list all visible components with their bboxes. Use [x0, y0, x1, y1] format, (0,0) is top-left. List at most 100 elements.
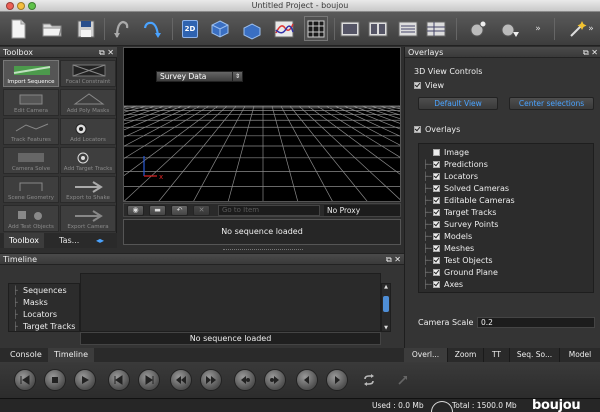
tool-export-to-shake[interactable]: Export to Shake — [60, 176, 116, 203]
tool-export-camera[interactable]: Export Camera — [60, 205, 116, 232]
overlay-item[interactable]: ├─ Target Tracks — [423, 207, 496, 219]
timeline-scrollbar[interactable]: ▲ ▼ — [381, 283, 391, 332]
tab-toolbox[interactable]: Toolbox — [4, 233, 44, 248]
camera-scale-input[interactable]: 0.2 — [477, 317, 595, 328]
tab-seq-sources[interactable]: Seq. So... — [510, 348, 560, 362]
undo-button[interactable] — [110, 16, 134, 41]
next-keyframe-button[interactable] — [264, 369, 286, 391]
overlay-checkbox[interactable] — [433, 245, 440, 252]
overlay-checkbox[interactable] — [433, 161, 440, 168]
overlay-item[interactable]: ├─ Models — [423, 231, 472, 243]
step-back-button[interactable] — [108, 369, 130, 391]
overlay-item[interactable]: ├─ Predictions — [423, 159, 488, 171]
save-file-button[interactable] — [74, 16, 98, 41]
overlay-item[interactable]: Image — [423, 147, 469, 159]
split-pane-button[interactable] — [366, 16, 390, 41]
single-pane-button[interactable] — [338, 16, 362, 41]
overlay-checkbox[interactable] — [433, 221, 440, 228]
list-pane-button[interactable] — [396, 16, 420, 41]
overlay-item[interactable]: ├─ Editable Cameras — [423, 195, 515, 207]
table-pane-button[interactable] — [424, 16, 448, 41]
view-section-toggle[interactable]: View — [414, 81, 444, 90]
panel-controls[interactable]: ⧉ ✕ — [99, 47, 114, 58]
overlay-item[interactable]: ├─ Locators — [423, 171, 478, 183]
go-to-item-field[interactable]: Go to Item — [218, 205, 320, 216]
tab-zoom[interactable]: Zoom — [448, 348, 484, 362]
timeline-track-area[interactable] — [80, 273, 381, 332]
bounce-button[interactable] — [392, 369, 414, 391]
loop-button[interactable] — [358, 369, 380, 391]
tab-tt[interactable]: TT — [484, 348, 510, 362]
tool-import-sequence[interactable]: Import Sequence — [3, 60, 59, 87]
tab-console[interactable]: Console — [4, 348, 48, 362]
tool-scene-geometry[interactable]: Scene Geometry — [3, 176, 59, 203]
overlay-checkbox[interactable] — [433, 149, 440, 156]
scroll-up-icon[interactable]: ▲ — [382, 284, 390, 290]
grid-view-button[interactable] — [304, 16, 328, 41]
overlays-section-toggle[interactable]: Overlays — [414, 125, 460, 134]
go-to-start-button[interactable] — [14, 369, 36, 391]
tool-track-features[interactable]: Track Features — [3, 118, 59, 145]
tab-overlays[interactable]: Overl... — [404, 348, 448, 362]
default-view-button[interactable]: Default View — [418, 97, 498, 110]
tab-timeline[interactable]: Timeline — [48, 348, 95, 362]
overlay-item[interactable]: ├─ Ground Plane — [423, 267, 498, 279]
view-orth-button[interactable] — [240, 16, 264, 41]
3d-viewport[interactable]: x Survey Data ⇕ — [123, 47, 401, 202]
tool-edit-camera[interactable]: Edit Camera — [3, 89, 59, 116]
overlay-checkbox[interactable] — [433, 281, 440, 288]
panel-splitter[interactable] — [123, 248, 401, 252]
panel-controls[interactable]: ⧉ ✕ — [386, 254, 401, 265]
render-button[interactable] — [466, 16, 490, 41]
rewind-button[interactable] — [170, 369, 192, 391]
play-button[interactable] — [74, 369, 96, 391]
overlay-checkbox[interactable] — [433, 269, 440, 276]
overlay-item[interactable]: ├─ Test Objects — [423, 255, 493, 267]
overlay-checkbox[interactable] — [433, 209, 440, 216]
tool-add-test-objects[interactable]: Add Test Objects — [3, 205, 59, 232]
overlay-checkbox[interactable] — [433, 173, 440, 180]
overlay-checkbox[interactable] — [433, 197, 440, 204]
tool-add-locators[interactable]: Add Locators — [60, 118, 116, 145]
prev-keyframe-button[interactable] — [234, 369, 256, 391]
timeline-item[interactable]: ├ Masks — [13, 297, 48, 308]
scroll-down-icon[interactable]: ▼ — [382, 325, 390, 331]
timeline-item[interactable]: ├ Locators — [13, 309, 57, 320]
tool-add-poly-masks[interactable]: Add Poly Masks — [60, 89, 116, 116]
open-file-button[interactable] — [40, 16, 64, 41]
overlay-item[interactable]: ├─ Axes — [423, 279, 463, 291]
jump-back-button[interactable] — [296, 369, 318, 391]
view-3d-button[interactable] — [208, 16, 232, 41]
folder-view-button[interactable]: ▬ — [149, 205, 166, 216]
overlay-item[interactable]: ├─ Meshes — [423, 243, 474, 255]
toolbar-more-button[interactable]: » — [526, 16, 550, 41]
step-forward-button[interactable] — [138, 369, 160, 391]
center-selections-button[interactable]: Center selections — [509, 97, 594, 110]
disabled-view-button[interactable]: ✕ — [193, 205, 210, 216]
jump-forward-button[interactable] — [326, 369, 348, 391]
stop-button[interactable] — [44, 369, 66, 391]
overlay-checkbox[interactable] — [433, 233, 440, 240]
camera-button[interactable]: ◉ — [127, 205, 144, 216]
toolbar-overflow-button[interactable]: » — [584, 16, 598, 41]
tool-focal-constraint[interactable]: Focal Constraint — [60, 60, 116, 87]
overlay-item[interactable]: ├─ Survey Points — [423, 219, 498, 231]
overlay-checkbox[interactable] — [433, 257, 440, 264]
overlays-section-checkbox[interactable] — [414, 126, 421, 133]
overlay-checkbox[interactable] — [433, 185, 440, 192]
overlay-item[interactable]: ├─ Solved Cameras — [423, 183, 509, 195]
graph-editor-button[interactable] — [272, 16, 296, 41]
tool-camera-solve[interactable]: Camera Solve — [3, 147, 59, 174]
tab-scroll-arrows[interactable]: ◂▸ — [92, 233, 108, 248]
timeline-item[interactable]: ├ Sequences — [13, 285, 67, 296]
new-file-button[interactable] — [6, 16, 30, 41]
tool-add-target-tracks[interactable]: Add Target Tracks — [60, 147, 116, 174]
tab-tasks[interactable]: Tas... — [54, 233, 84, 248]
timeline-item[interactable]: ├ Target Tracks — [13, 321, 75, 331]
redo-button[interactable] — [140, 16, 164, 41]
fast-forward-button[interactable] — [200, 369, 222, 391]
view-mode-dropdown[interactable]: Survey Data ⇕ — [156, 71, 243, 82]
panel-controls[interactable]: ⧉ ✕ — [583, 47, 598, 58]
view-2d-button[interactable]: 2D — [178, 16, 202, 41]
refresh-view-button[interactable]: ↶ — [171, 205, 188, 216]
